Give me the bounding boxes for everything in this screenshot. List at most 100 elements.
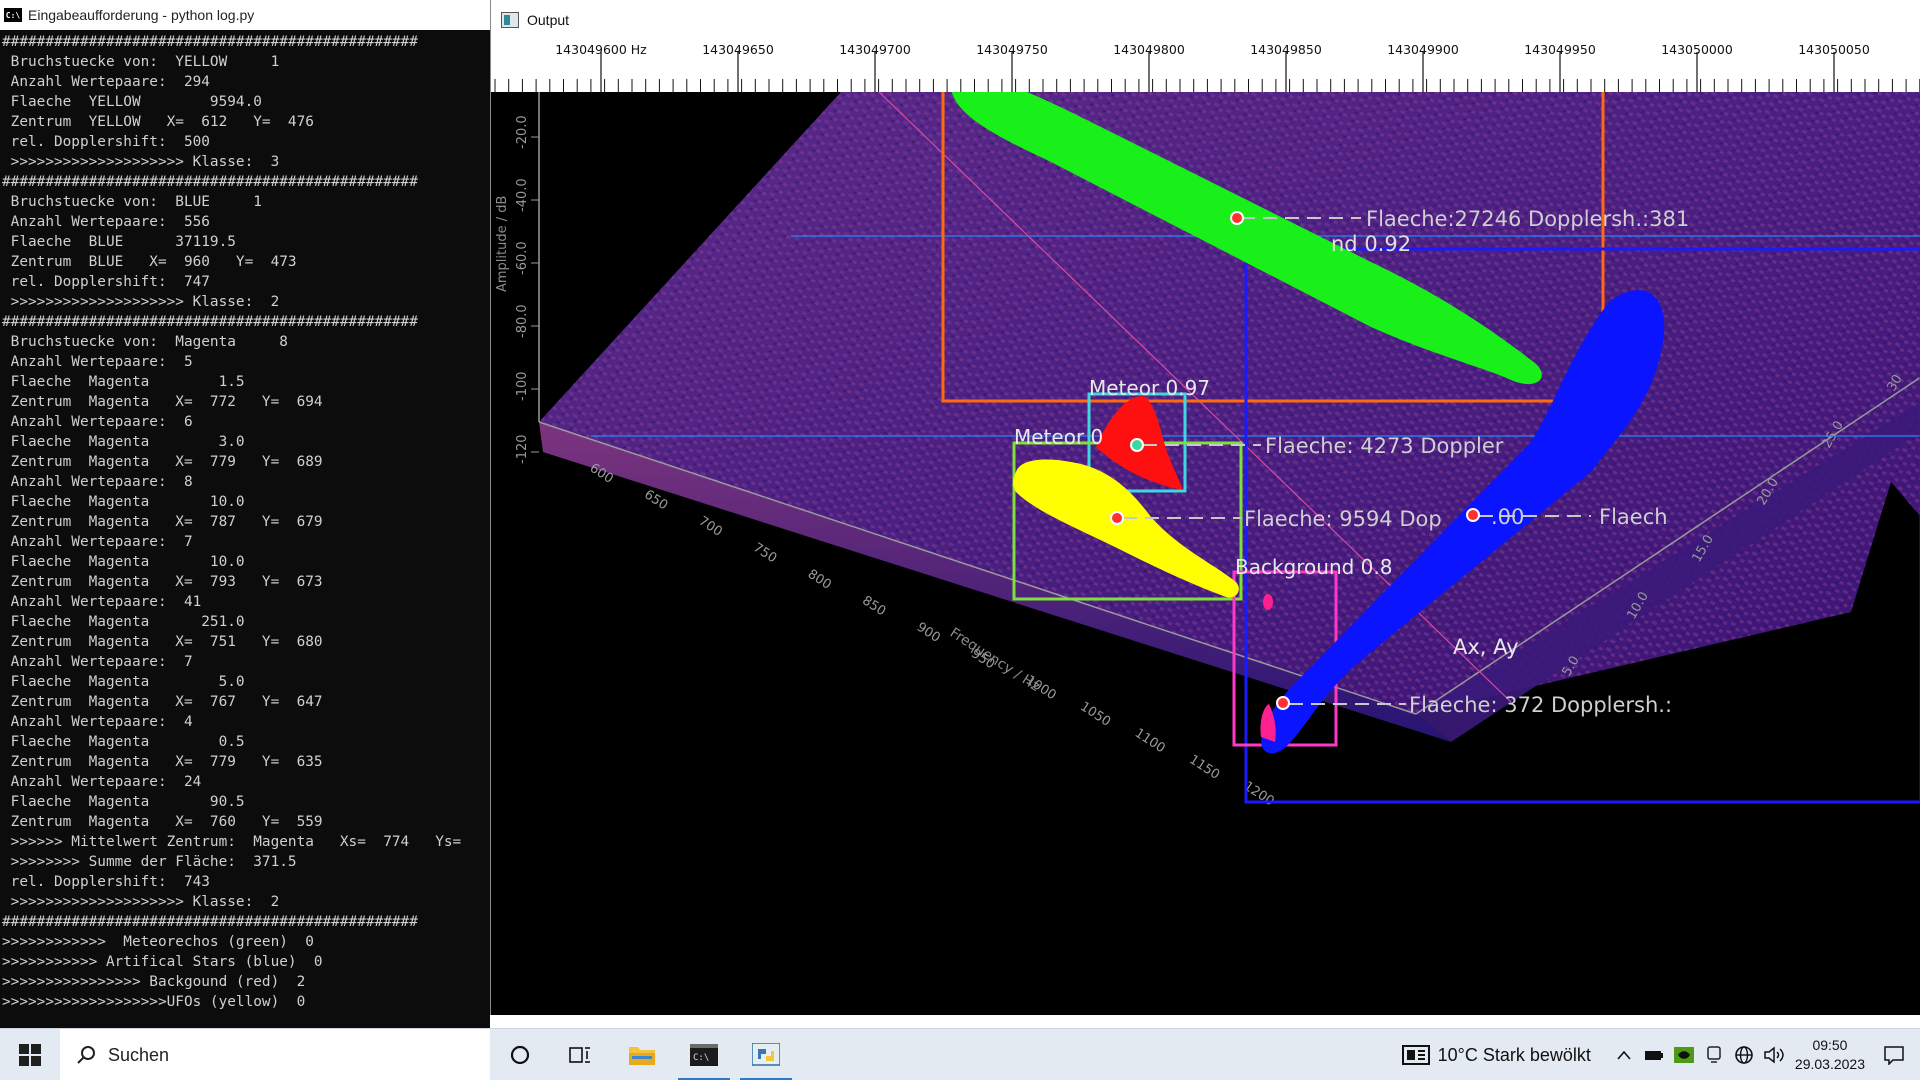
windows-logo-icon: [19, 1044, 41, 1066]
frequency-tick-label: 850: [859, 593, 888, 619]
console-line: >>>>>>>>>>>>>>>>>>>> Klasse: 2: [2, 294, 280, 310]
ax-ay-label: Ax, Ay: [1453, 635, 1519, 659]
output-titlebar[interactable]: Output: [491, 0, 1920, 40]
folder-icon: [629, 1047, 655, 1065]
ruler-tick-label: 143050050: [1798, 42, 1870, 57]
frequency-tick-label: 1050: [1077, 699, 1113, 730]
file-explorer-button[interactable]: [612, 1029, 672, 1080]
console-line: ########################################…: [2, 34, 418, 50]
console-line: Anzahl Wertepaare: 6: [2, 414, 193, 430]
magenta-blob-small: [1263, 594, 1273, 610]
console-line: >>>>>>>>>>>>>>>>>>>> Klasse: 2: [2, 894, 280, 910]
console-line: >>>>>>>>>>> Artifical Stars (blue) 0: [2, 954, 323, 970]
ruler-tick-label: 143050000: [1661, 42, 1733, 57]
console-line: Zentrum Magenta X= 779 Y= 689: [2, 454, 323, 470]
blue-center-dot: [1466, 508, 1480, 522]
console-line: rel. Dopplershift: 747: [2, 274, 210, 290]
network-globe-icon[interactable]: [1732, 1043, 1756, 1067]
magenta-annotation: Flaeche: 372 Dopplersh.:: [1409, 693, 1672, 717]
chevron-up-icon[interactable]: [1612, 1043, 1636, 1067]
amplitude-axis-label: Amplitude / dB: [495, 196, 510, 292]
ruler-tick-label: 143049850: [1250, 42, 1322, 57]
console-line: Anzahl Wertepaare: 556: [2, 214, 210, 230]
yellow-annotation: Flaeche: 9594 Dop: [1244, 507, 1442, 531]
taskbar-search[interactable]: Suchen: [60, 1029, 490, 1080]
clock-time: 09:50: [1812, 1037, 1848, 1053]
console-line: Flaeche Magenta 90.5: [2, 794, 245, 810]
ruler-tick-label: 143049600 Hz: [555, 42, 647, 57]
task-view-icon: [569, 1047, 590, 1063]
console-line: Anzahl Wertepaare: 4: [2, 714, 193, 730]
device-icon[interactable]: [1702, 1043, 1726, 1067]
green-center-dot: [1230, 211, 1244, 225]
console-window[interactable]: C:\ Eingabeaufforderung - python log.py …: [0, 0, 490, 1028]
console-line: Anzahl Wertepaare: 41: [2, 594, 202, 610]
console-title: Eingabeaufforderung - python log.py: [28, 7, 255, 23]
command-prompt-taskbar-button[interactable]: C:\: [674, 1029, 734, 1080]
frequency-tick-label: 800: [805, 567, 834, 593]
frequency-ruler: 143049600 Hz 143049650 143049700 143049750 1…: [491, 40, 1920, 92]
notification-icon[interactable]: [1882, 1043, 1906, 1067]
svg-text:C:\: C:\: [693, 1053, 709, 1063]
amplitude-tick-label: -20.0: [515, 115, 530, 149]
frequency-tick-label: 700: [696, 514, 725, 540]
amplitude-tick-label: -120: [515, 434, 530, 464]
frequency-axis-label: Frequency / Hz: [947, 625, 1043, 695]
start-button[interactable]: [0, 1029, 60, 1080]
cortana-button[interactable]: [490, 1029, 550, 1080]
battery-icon[interactable]: [1642, 1043, 1666, 1067]
console-line: Flaeche Magenta 10.0: [2, 494, 245, 510]
ruler-tick-label: 143049950: [1524, 42, 1596, 57]
volume-icon[interactable]: [1762, 1043, 1786, 1067]
search-icon: [77, 1046, 95, 1064]
python-output-taskbar-button[interactable]: [736, 1029, 796, 1080]
clock-date: 29.03.2023: [1794, 1056, 1865, 1072]
blue-mid-annotation: .00: [1491, 505, 1524, 529]
yellow-center-dot: [1110, 511, 1124, 525]
ruler-tick-label: 143049700: [839, 42, 911, 57]
red-center-dot: [1130, 438, 1144, 452]
console-line: Anzahl Wertepaare: 5: [2, 354, 193, 370]
console-line: Flaeche Magenta 0.5: [2, 734, 245, 750]
amplitude-tick-label: -80.0: [515, 304, 530, 338]
console-line: ########################################…: [2, 914, 418, 930]
ruler-tick-label: 143049800: [1113, 42, 1185, 57]
console-line: Zentrum BLUE X= 960 Y= 473: [2, 254, 297, 270]
meteor-red-label: Meteor 0.97: [1089, 376, 1210, 400]
console-line: Zentrum Magenta X= 772 Y= 694: [2, 394, 323, 410]
system-clock[interactable]: 09:50 29.03.2023: [1795, 1036, 1865, 1074]
console-line: Zentrum YELLOW X= 612 Y= 476: [2, 114, 314, 130]
console-line: rel. Dopplershift: 743: [2, 874, 210, 890]
taskbar: Suchen C:\ 10°C Stark bewölkt 09:50 29.0…: [0, 1028, 1920, 1080]
cmd-icon: C:\: [4, 8, 22, 22]
news-weather-icon: [1401, 1045, 1430, 1065]
console-line: >>>>>>>> Summe der Fläche: 371.5: [2, 854, 297, 870]
frequency-tick-label: 1100: [1132, 726, 1168, 757]
output-title: Output: [527, 12, 570, 28]
console-line: >>>>>>>>>>>>>>>>>>>> Klasse: 3: [2, 154, 280, 170]
spectrum-surface-texture: [539, 92, 1920, 714]
console-line: Zentrum Magenta X= 793 Y= 673: [2, 574, 323, 590]
ruler-tick-label: 143049750: [976, 42, 1048, 57]
console-line: >>>>>> Mittelwert Zentrum: Magenta Xs= 7…: [2, 834, 462, 850]
system-tray: 10°C Stark bewölkt 09:50 29.03.2023: [1401, 1029, 1920, 1080]
nvidia-icon[interactable]: [1672, 1043, 1696, 1067]
frequency-tick-label: 1150: [1186, 752, 1222, 783]
console-line: Bruchstuecke von: BLUE 1: [2, 194, 262, 210]
ruler-tick-label: 143049650: [702, 42, 774, 57]
console-line: Zentrum Magenta X= 779 Y= 635: [2, 754, 323, 770]
console-line: Anzahl Wertepaare: 294: [2, 74, 210, 90]
weather-widget[interactable]: 10°C Stark bewölkt: [1401, 1044, 1591, 1066]
console-line: >>>>>>>>>>>>>>>>>>>UFOs (yellow) 0: [2, 994, 306, 1010]
console-line: Zentrum Magenta X= 751 Y= 680: [2, 634, 323, 650]
console-titlebar[interactable]: C:\ Eingabeaufforderung - python log.py: [0, 0, 490, 30]
amplitude-tick-label: -100: [515, 371, 530, 401]
amplitude-tick-label: -60.0: [515, 241, 530, 275]
console-line: Bruchstuecke von: YELLOW 1: [2, 54, 280, 70]
output-window-icon: [501, 12, 519, 28]
output-window[interactable]: Output 143049600 Hz 143049650 143049700 143…: [490, 0, 1920, 1015]
terminal-icon: C:\: [690, 1044, 718, 1066]
console-line: Anzahl Wertepaare: 24: [2, 774, 202, 790]
task-view-button[interactable]: [550, 1029, 610, 1080]
cortana-icon: [510, 1045, 530, 1065]
